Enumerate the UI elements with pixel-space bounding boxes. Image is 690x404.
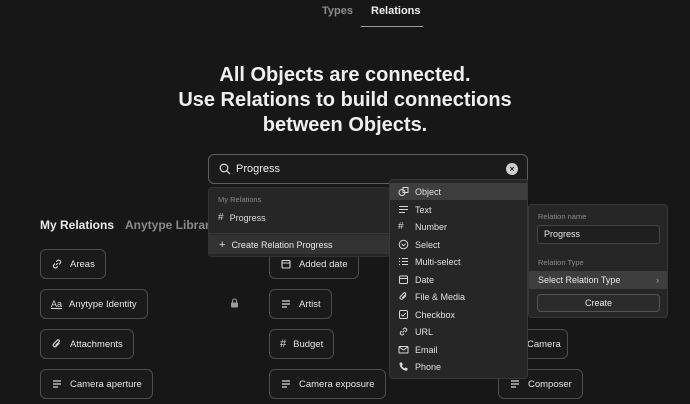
link-icon	[52, 259, 62, 269]
type-label: Phone	[415, 361, 442, 372]
search-input[interactable]	[236, 160, 496, 178]
chip-label: Composer	[528, 378, 572, 390]
clear-icon[interactable]: ×	[506, 163, 518, 175]
type-number[interactable]: # Number	[390, 218, 527, 235]
new-relation-panel: Relation name Progress Relation Type Sel…	[528, 204, 668, 318]
hash-icon: #	[218, 212, 224, 223]
type-label: URL	[415, 326, 434, 337]
checkbox-icon	[399, 310, 408, 319]
chip-label: Camera exposure	[299, 378, 375, 390]
relation-name-label: Relation name	[538, 212, 587, 221]
chip-label: Camera aperture	[70, 378, 142, 390]
type-object[interactable]: Object	[390, 183, 527, 200]
url-icon	[399, 327, 408, 336]
create-relation-button[interactable]: + Create Relation Progress	[209, 235, 389, 254]
text-lines-icon	[511, 380, 519, 388]
select-relation-type-button[interactable]: Select Relation Type ›	[529, 271, 667, 289]
tab-anytype-library[interactable]: Anytype Library	[125, 218, 216, 232]
relation-chip-attachments[interactable]: Attachments	[40, 329, 134, 359]
relation-chip-budget[interactable]: # Budget	[269, 329, 335, 359]
type-label: Checkbox	[415, 309, 456, 320]
type-label: Email	[415, 344, 438, 355]
date-icon	[399, 275, 408, 284]
type-text[interactable]: Text	[390, 201, 527, 218]
create-button[interactable]: Create	[537, 294, 660, 312]
active-tab-underline	[361, 26, 423, 27]
select-icon	[398, 239, 409, 250]
type-url[interactable]: URL	[390, 323, 527, 340]
tab-types[interactable]: Types	[322, 5, 353, 17]
chip-label: Artist	[299, 298, 321, 310]
type-label: Select	[415, 239, 441, 250]
relation-name-input[interactable]: Progress	[537, 225, 660, 244]
type-multi-select[interactable]: Multi-select	[390, 253, 527, 270]
type-email[interactable]: Email	[390, 341, 527, 358]
relation-chip-camera-exposure[interactable]: Camera exposure	[269, 369, 386, 399]
number-icon: #	[398, 221, 404, 232]
text-icon	[399, 205, 408, 214]
lock-icon	[231, 298, 238, 308]
create-label: Create Relation Progress	[231, 239, 333, 250]
chip-label: Areas	[70, 258, 95, 270]
text-aa-icon: Aa	[51, 299, 63, 309]
relation-type-menu: Object Text # Number Select Multi-select…	[389, 179, 528, 379]
text-lines-icon	[282, 300, 290, 308]
relation-chip-anytype-identity[interactable]: Aa Anytype Identity	[40, 289, 148, 319]
select-type-label: Select Relation Type	[538, 275, 621, 285]
type-file-media[interactable]: File & Media	[390, 288, 527, 305]
text-lines-icon	[53, 380, 61, 388]
relation-chip-artist[interactable]: Artist	[269, 289, 332, 319]
type-date[interactable]: Date	[390, 271, 527, 288]
type-label: Object	[415, 186, 442, 197]
chip-label: Anytype Identity	[69, 298, 137, 310]
title-line-3: between Objects.	[262, 114, 428, 136]
relation-type-label: Relation Type	[538, 258, 584, 267]
tab-my-relations[interactable]: My Relations	[40, 218, 114, 232]
chip-label: Attachments	[70, 338, 123, 350]
result-label: Progress	[229, 212, 266, 223]
chip-label: Budget	[293, 338, 324, 350]
type-label: Date	[415, 274, 435, 285]
top-tabs: Types Relations	[0, 0, 690, 28]
calendar-icon	[281, 259, 291, 269]
result-item-progress[interactable]: # Progress	[218, 212, 266, 223]
chevron-right-icon: ›	[656, 275, 659, 285]
type-label: Number	[415, 221, 448, 232]
divider	[209, 233, 389, 234]
tab-relations[interactable]: Relations	[371, 5, 421, 17]
type-select[interactable]: Select	[390, 236, 527, 253]
search-icon	[219, 163, 231, 175]
page-title: All Objects are connected. Use Relations…	[0, 63, 690, 138]
text-lines-icon	[282, 380, 290, 388]
phone-icon	[399, 362, 408, 371]
relation-chip-areas[interactable]: Areas	[40, 249, 106, 279]
type-checkbox[interactable]: Checkbox	[390, 306, 527, 323]
relation-chip-camera-aperture[interactable]: Camera aperture	[40, 369, 153, 399]
object-icon	[398, 187, 409, 196]
chip-label: Added date	[299, 258, 348, 270]
plus-icon: +	[219, 238, 226, 251]
search-results-popup: My Relations # Progress + Create Relatio…	[208, 187, 390, 257]
type-label: File & Media	[415, 291, 466, 302]
results-header: My Relations	[218, 195, 262, 204]
type-label: Multi-select	[415, 256, 461, 267]
hash-icon: #	[280, 338, 287, 350]
type-phone[interactable]: Phone	[390, 358, 527, 375]
chip-label: Camera	[527, 338, 561, 350]
email-icon	[398, 346, 409, 354]
title-line-1: All Objects are connected.	[219, 64, 471, 86]
multi-select-icon	[399, 257, 408, 266]
title-line-2: Use Relations to build connections	[178, 89, 512, 111]
file-icon	[399, 292, 407, 300]
type-label: Text	[415, 204, 432, 215]
paperclip-icon	[52, 339, 60, 348]
